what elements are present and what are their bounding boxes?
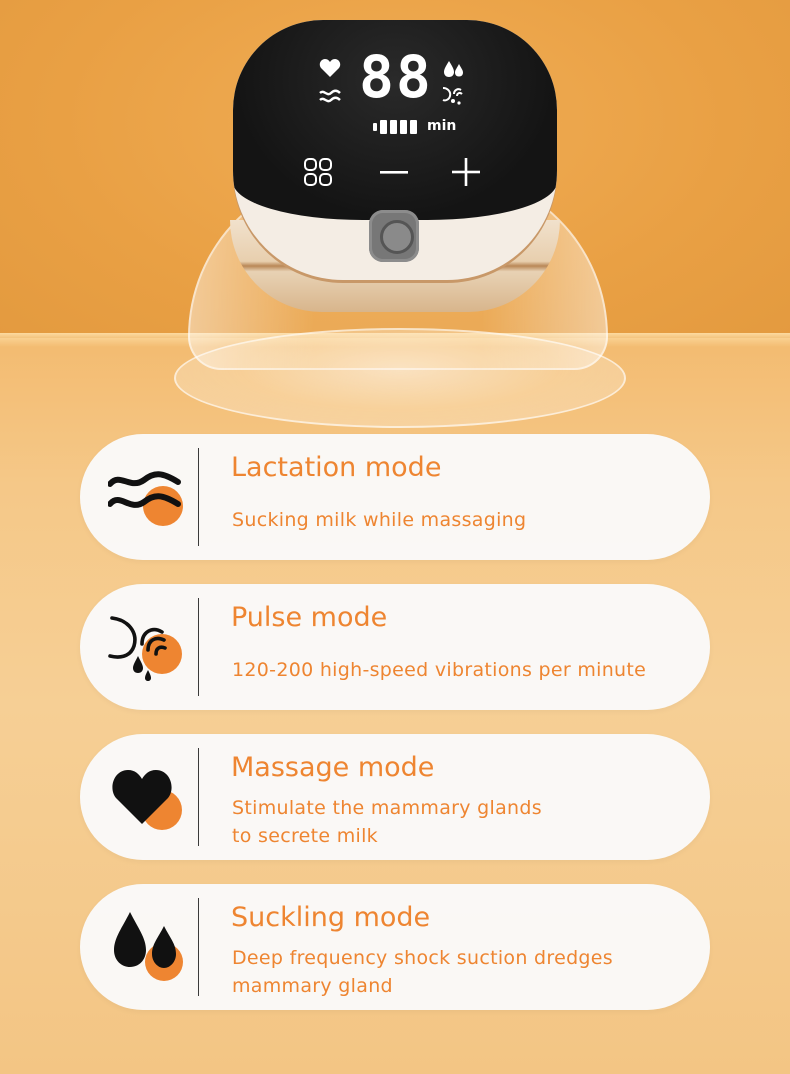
card-divider [198,598,199,696]
mode-card-pulse: Pulse mode 120-200 high-speed vibrations… [80,584,710,710]
wave-icon [108,471,183,526]
mode-title: Massage mode [231,752,435,783]
mode-description: 120-200 high-speed vibrations per minute [232,656,646,684]
wave-icon [319,89,341,103]
mode-description-line: 120-200 high-speed vibrations per minute [232,659,647,681]
led-display: 88 min [233,20,557,220]
mode-card-suckling: Suckling mode Deep frequency shock sucti… [80,884,710,1010]
mode-description-line: Deep frequency shock suction dredges [232,947,613,969]
mode-title: Suckling mode [231,902,431,933]
mode-description-line: Stimulate the mammary glands [232,797,542,819]
card-divider [198,748,199,846]
power-knob[interactable] [369,210,419,262]
card-divider [198,448,199,546]
mode-description: Deep frequency shock suction dredges mam… [232,944,613,1000]
mode-card-lactation: Lactation mode Sucking milk while massag… [80,434,710,560]
drops-icon [114,912,183,981]
minus-icon[interactable] [379,160,409,184]
card-divider [198,898,199,996]
drops-icon [444,61,463,77]
time-unit-label: min [427,118,457,134]
mode-card-massage: Massage mode Stimulate the mammary gland… [80,734,710,860]
pulse-icon [108,616,182,681]
pulse-icon [442,87,463,105]
plus-icon[interactable] [451,157,481,187]
mode-grid-icon[interactable] [303,157,333,187]
mode-title: Lactation mode [231,452,442,483]
heart-icon [112,770,182,830]
breast-pump-device: 88 min [170,20,630,428]
mode-description-line: to secrete milk [232,825,378,847]
mode-title: Pulse mode [231,602,388,633]
mode-description-line: Sucking milk while massaging [232,509,527,531]
mode-description-line: mammary gland [232,975,393,997]
mode-description: Sucking milk while massaging [232,506,526,534]
timer-digits: 88 [359,43,433,111]
control-panel: 88 min [233,20,557,280]
battery-indicator [373,120,417,134]
heart-icon [319,59,341,77]
mode-description: Stimulate the mammary glands to secrete … [232,794,542,850]
